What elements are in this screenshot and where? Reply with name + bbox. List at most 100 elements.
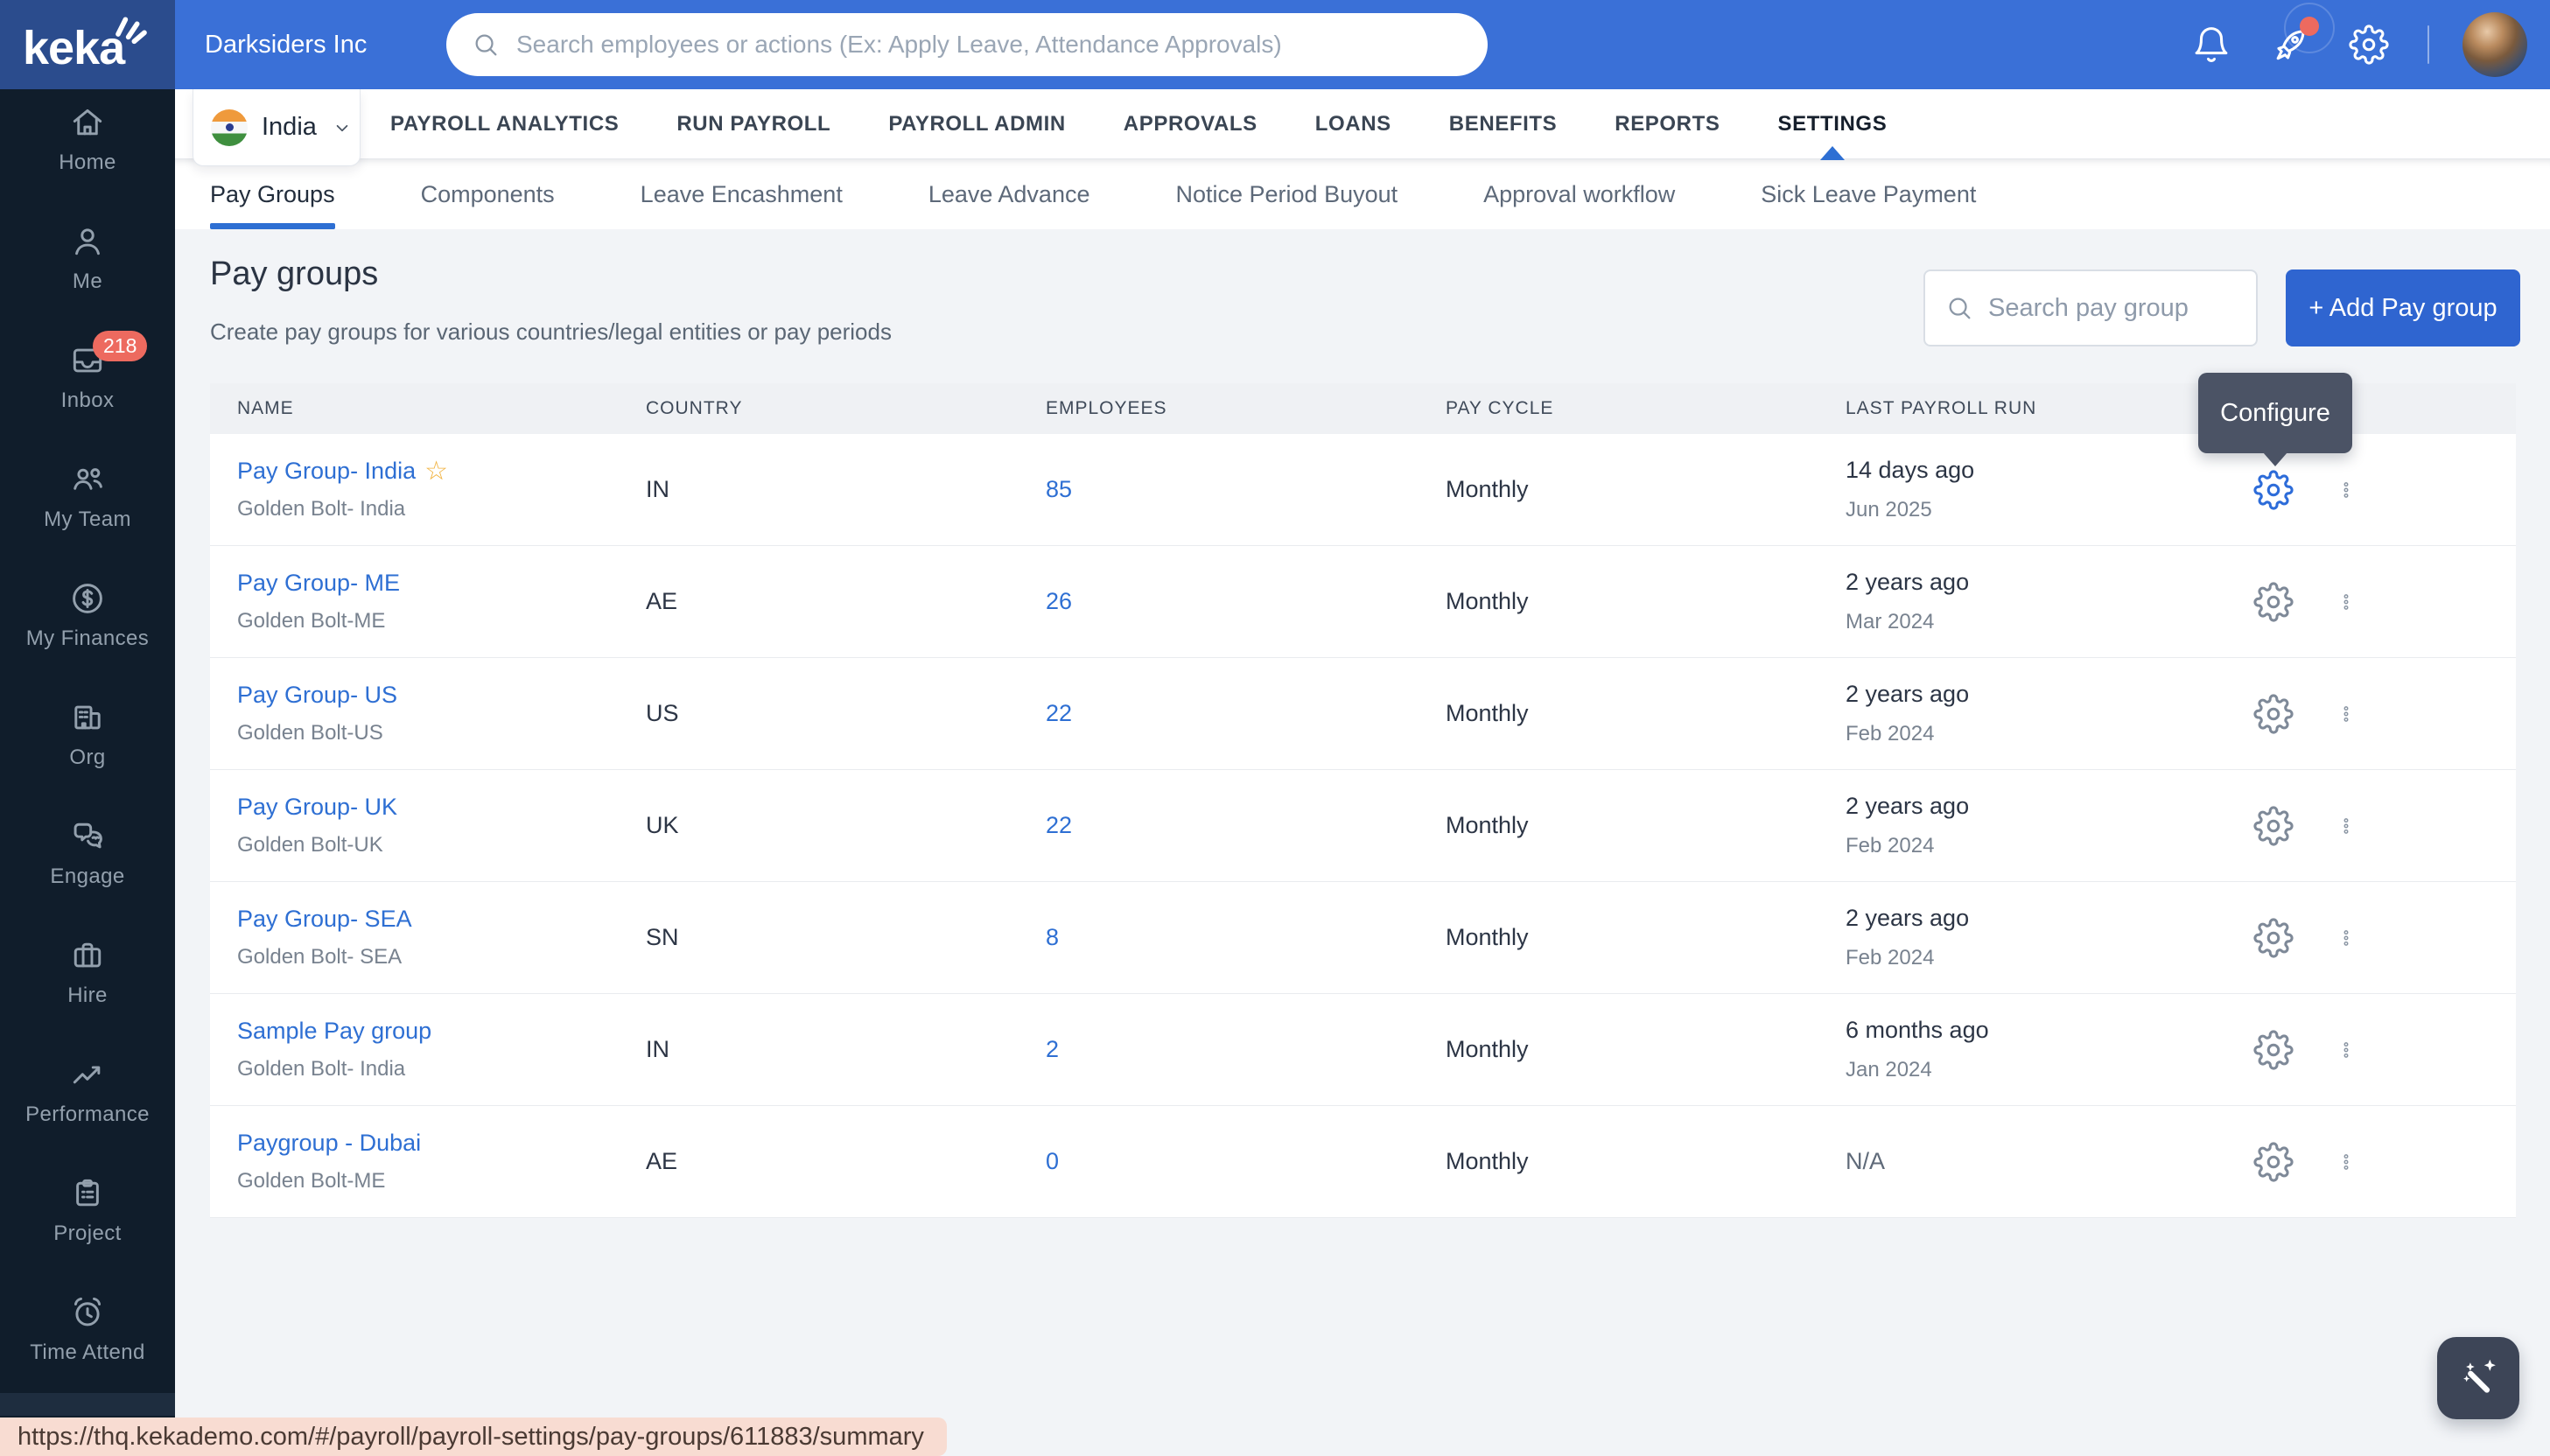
row-menu-button[interactable] <box>2336 804 2359 848</box>
user-avatar[interactable] <box>2462 12 2527 77</box>
sidebar-item-project[interactable]: Project <box>0 1160 175 1279</box>
pay-group-name-link[interactable]: Paygroup - Dubai <box>237 1130 421 1157</box>
add-pay-group-button[interactable]: + Add Pay group <box>2286 270 2520 346</box>
subnav-tab-leave-advance[interactable]: Leave Advance <box>928 159 1090 229</box>
star-icon[interactable]: ☆ <box>424 458 448 485</box>
pay-cycle-cell: Monthly <box>1446 588 1529 614</box>
table-row-pay-group-us: Pay Group- US Golden Bolt-US US 22 Month… <box>210 658 2516 770</box>
gear-icon <box>2253 1141 2297 1182</box>
configure-gear-button[interactable] <box>2253 916 2297 960</box>
notifications-button[interactable] <box>2191 22 2237 67</box>
sidebar-item-engage[interactable]: Engage <box>0 803 175 922</box>
column-header-pay-cycle: PAY CYCLE <box>1446 398 1554 418</box>
configure-gear-button[interactable] <box>2253 804 2297 848</box>
subnav-tab-approval-workflow[interactable]: Approval workflow <box>1483 159 1675 229</box>
pay-group-name-link[interactable]: Pay Group- ME <box>237 570 400 597</box>
subnav-tab-sick-leave-payment[interactable]: Sick Leave Payment <box>1761 159 1976 229</box>
nav-tab-approvals[interactable]: APPROVALS <box>1124 89 1257 159</box>
pay-group-search[interactable] <box>1923 270 2258 346</box>
row-menu-button[interactable] <box>2336 692 2359 736</box>
subnav-tab-pay-groups[interactable]: Pay Groups <box>210 159 335 229</box>
nav-tab-settings[interactable]: SETTINGS <box>1777 89 1887 159</box>
sidebar-item-me[interactable]: Me <box>0 208 175 327</box>
nav-tabs: PAYROLL ANALYTICS RUN PAYROLL PAYROLL ADMI… <box>390 89 1887 159</box>
sidebar-item-org[interactable]: Org <box>0 684 175 803</box>
gear-icon <box>2253 581 2297 622</box>
finances-icon <box>68 579 107 618</box>
configure-gear-button[interactable] <box>2253 1140 2297 1184</box>
kebab-menu-icon <box>2336 806 2359 846</box>
table-row-paygroup-dubai: Paygroup - Dubai Golden Bolt-ME AE 0 Mon… <box>210 1106 2516 1218</box>
last-run-label: 2 years ago <box>1846 681 1970 707</box>
nav-tab-reports[interactable]: REPORTS <box>1615 89 1720 159</box>
nav-tab-benefits[interactable]: BENEFITS <box>1449 89 1557 159</box>
configure-gear-button[interactable] <box>2253 692 2297 736</box>
country-cell: US <box>646 700 679 726</box>
global-search[interactable] <box>446 13 1488 76</box>
subnav-tabs: Pay Groups Components Leave Encashment Leav… <box>210 159 1976 229</box>
link-preview-url: https://thq.kekademo.com/#/payroll/payro… <box>18 1422 924 1451</box>
row-menu-button[interactable] <box>2336 1140 2359 1184</box>
subnav-tab-components[interactable]: Components <box>421 159 555 229</box>
last-run-period-label: Jan 2024 <box>1846 1058 1932 1082</box>
nav-tab-run-payroll[interactable]: RUN PAYROLL <box>676 89 830 159</box>
subnav-tab-notice-period-buyout[interactable]: Notice Period Buyout <box>1175 159 1398 229</box>
legal-entity-label: Golden Bolt-ME <box>237 1169 386 1193</box>
country-selector[interactable]: India <box>193 89 361 166</box>
country-cell: AE <box>646 1148 678 1174</box>
sidebar-item-my-team[interactable]: My Team <box>0 446 175 565</box>
whats-new-button[interactable] <box>2270 3 2335 67</box>
employees-count-link[interactable]: 22 <box>1046 700 1072 726</box>
gear-icon <box>2349 24 2394 65</box>
sidebar-item-home[interactable]: Home <box>0 89 175 208</box>
kebab-menu-icon <box>2336 694 2359 734</box>
pay-cycle-cell: Monthly <box>1446 924 1529 950</box>
hire-icon <box>68 936 107 975</box>
gear-icon <box>2253 469 2297 510</box>
employees-count-link[interactable]: 2 <box>1046 1036 1059 1062</box>
pay-group-name-link[interactable]: Sample Pay group <box>237 1018 431 1045</box>
configure-gear-button[interactable] <box>2253 468 2297 512</box>
last-run-label: 2 years ago <box>1846 905 1970 931</box>
pay-group-name-link[interactable]: Pay Group- UK <box>237 794 397 821</box>
employees-count-link[interactable]: 8 <box>1046 924 1059 950</box>
employees-count-link[interactable]: 22 <box>1046 812 1072 838</box>
keka-logo[interactable]: keka <box>0 0 175 89</box>
pay-group-name-link[interactable]: Pay Group- SEA <box>237 906 412 933</box>
last-run-label: 2 years ago <box>1846 569 1970 595</box>
table-row-pay-group-uk: Pay Group- UK Golden Bolt-UK UK 22 Month… <box>210 770 2516 882</box>
sidebar-item-time-attend[interactable]: Time Attend <box>0 1279 175 1398</box>
row-menu-button[interactable] <box>2336 1028 2359 1072</box>
row-menu-button[interactable] <box>2336 916 2359 960</box>
kebab-menu-icon <box>2336 1030 2359 1070</box>
sidebar-item-hire[interactable]: Hire <box>0 922 175 1041</box>
configure-gear-button[interactable] <box>2253 580 2297 624</box>
pay-group-name-link[interactable]: Pay Group- US <box>237 682 397 709</box>
row-menu-button[interactable] <box>2336 468 2359 512</box>
home-icon <box>68 103 107 142</box>
table-row-pay-group-india: Pay Group- India ☆ Golden Bolt- India IN… <box>210 434 2516 546</box>
employees-count-link[interactable]: 0 <box>1046 1148 1059 1174</box>
gear-icon <box>2253 805 2297 846</box>
nav-tab-loans[interactable]: LOANS <box>1315 89 1391 159</box>
pay-group-search-input[interactable] <box>1988 293 2237 323</box>
sidebar-item-performance[interactable]: Performance <box>0 1041 175 1160</box>
employees-count-link[interactable]: 26 <box>1046 588 1072 614</box>
subnav-tab-leave-encashment[interactable]: Leave Encashment <box>641 159 843 229</box>
pay-group-name-link[interactable]: Pay Group- India <box>237 458 416 485</box>
employees-count-link[interactable]: 85 <box>1046 476 1072 502</box>
nav-tab-payroll-analytics[interactable]: PAYROLL ANALYTICS <box>390 89 619 159</box>
country-cell: IN <box>646 1036 669 1062</box>
global-search-input[interactable] <box>516 31 1463 59</box>
settings-button[interactable] <box>2349 22 2394 67</box>
nav-tab-payroll-admin[interactable]: PAYROLL ADMIN <box>888 89 1065 159</box>
kebab-menu-icon <box>2336 1142 2359 1182</box>
row-menu-button[interactable] <box>2336 580 2359 624</box>
sidebar-item-my-finances[interactable]: My Finances <box>0 565 175 684</box>
gear-icon <box>2253 917 2297 958</box>
assistant-fab-button[interactable] <box>2437 1337 2519 1419</box>
table-row-sample-pay-group: Sample Pay group Golden Bolt- India IN 2… <box>210 994 2516 1106</box>
configure-gear-button[interactable] <box>2253 1028 2297 1072</box>
legal-entity-label: Golden Bolt- SEA <box>237 945 403 969</box>
sidebar-item-inbox[interactable]: Inbox 218 <box>0 327 175 446</box>
